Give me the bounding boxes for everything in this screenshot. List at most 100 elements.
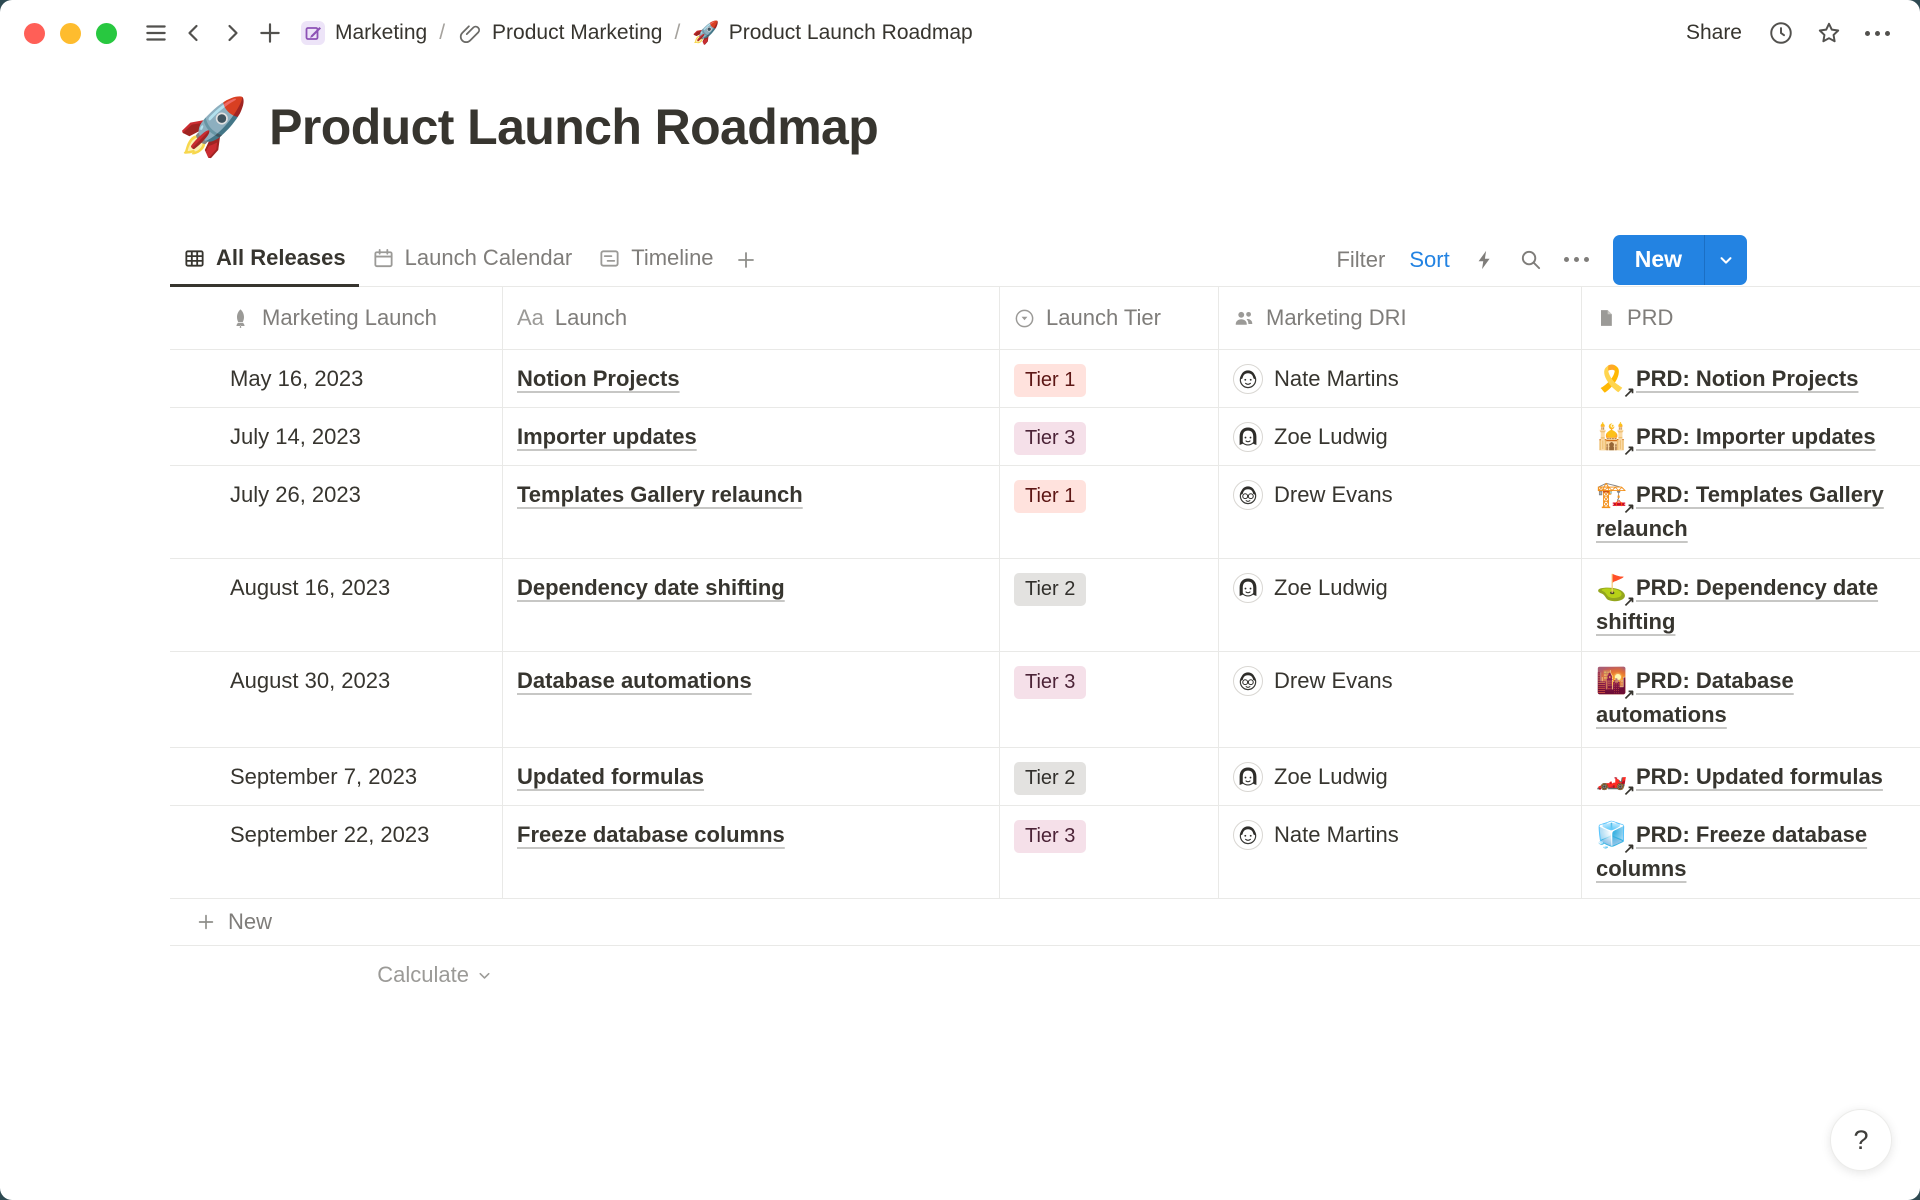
new-row-button[interactable]: New [170, 899, 1920, 946]
search-icon[interactable] [1511, 240, 1551, 280]
table-row: August 30, 2023 Database automations Tie… [170, 652, 1920, 748]
column-header-marketing-launch[interactable]: Marketing Launch [170, 287, 503, 349]
launch-page-link[interactable]: Notion Projects [517, 366, 680, 391]
column-header-prd[interactable]: PRD [1582, 287, 1920, 349]
marketing-launch-cell[interactable]: May 16, 2023 [170, 350, 503, 407]
add-view-icon[interactable] [727, 241, 765, 279]
dri-name: Drew Evans [1274, 664, 1393, 698]
tab-all-releases[interactable]: All Releases [170, 232, 359, 287]
filter-button[interactable]: Filter [1327, 243, 1394, 277]
nav-back-icon[interactable] [175, 14, 213, 52]
launch-tier-cell[interactable]: Tier 2 [1000, 559, 1219, 651]
prd-cell[interactable]: 🕌↗PRD: Importer updates [1582, 408, 1920, 465]
tier-badge[interactable]: Tier 3 [1014, 666, 1086, 699]
table-view-icon [183, 247, 206, 270]
launch-cell[interactable]: Templates Gallery relaunch [503, 466, 1000, 558]
prd-cell[interactable]: 🏗️↗PRD: Templates Gallery relaunch [1582, 466, 1920, 558]
launch-page-link[interactable]: Importer updates [517, 424, 697, 449]
launch-cell[interactable]: Freeze database columns [503, 806, 1000, 898]
column-header-marketing-dri[interactable]: Marketing DRI [1219, 287, 1582, 349]
text-property-icon: Aa [517, 301, 544, 335]
tier-badge[interactable]: Tier 1 [1014, 480, 1086, 513]
more-options-icon[interactable] [1858, 14, 1896, 52]
launch-cell[interactable]: Notion Projects [503, 350, 1000, 407]
new-dropdown-chevron-icon[interactable] [1705, 235, 1747, 285]
marketing-launch-cell[interactable]: July 14, 2023 [170, 408, 503, 465]
sidebar-menu-icon[interactable] [137, 14, 175, 52]
timeline-view-icon [598, 247, 621, 270]
breadcrumb-item-product-launch-roadmap[interactable]: 🚀 Product Launch Roadmap [687, 18, 977, 48]
marketing-launch-cell[interactable]: August 16, 2023 [170, 559, 503, 651]
prd-cell[interactable]: 🎗️↗PRD: Notion Projects [1582, 350, 1920, 407]
nav-forward-icon[interactable] [213, 14, 251, 52]
launch-tier-cell[interactable]: Tier 1 [1000, 466, 1219, 558]
prd-cell[interactable]: 🌇↗PRD: Database automations [1582, 652, 1920, 747]
launch-cell[interactable]: Importer updates [503, 408, 1000, 465]
marketing-dri-cell[interactable]: Zoe Ludwig [1219, 748, 1582, 805]
launch-tier-cell[interactable]: Tier 3 [1000, 806, 1219, 898]
launch-cell[interactable]: Database automations [503, 652, 1000, 747]
prd-page-emoji: 🌇↗ [1596, 664, 1628, 698]
breadcrumb-item-product-marketing[interactable]: Product Marketing [452, 17, 667, 49]
share-button[interactable]: Share [1676, 16, 1752, 50]
prd-page-link[interactable]: PRD: Dependency date shifting [1596, 575, 1878, 634]
prd-cell[interactable]: 🧊↗PRD: Freeze database columns [1582, 806, 1920, 898]
marketing-dri-cell[interactable]: Nate Martins [1219, 806, 1582, 898]
tier-badge[interactable]: Tier 1 [1014, 364, 1086, 397]
marketing-dri-cell[interactable]: Zoe Ludwig [1219, 559, 1582, 651]
launch-tier-cell[interactable]: Tier 2 [1000, 748, 1219, 805]
launch-page-link[interactable]: Templates Gallery relaunch [517, 482, 803, 507]
prd-page-link[interactable]: PRD: Notion Projects [1636, 366, 1858, 391]
dri-name: Zoe Ludwig [1274, 571, 1388, 605]
tab-launch-calendar[interactable]: Launch Calendar [359, 232, 586, 287]
calculate-button[interactable]: Calculate [170, 946, 503, 1004]
prd-cell[interactable]: 🏎️↗PRD: Updated formulas [1582, 748, 1920, 805]
view-more-icon[interactable] [1557, 240, 1597, 280]
prd-page-link[interactable]: PRD: Templates Gallery relaunch [1596, 482, 1884, 541]
tab-timeline[interactable]: Timeline [585, 232, 726, 287]
updates-clock-icon[interactable] [1762, 14, 1800, 52]
prd-page-link[interactable]: PRD: Importer updates [1636, 424, 1876, 449]
launch-page-link[interactable]: Freeze database columns [517, 822, 785, 847]
help-button[interactable]: ? [1830, 1109, 1892, 1171]
marketing-launch-cell[interactable]: September 7, 2023 [170, 748, 503, 805]
launch-page-link[interactable]: Dependency date shifting [517, 575, 785, 600]
marketing-dri-cell[interactable]: Drew Evans [1219, 652, 1582, 747]
prd-page-link[interactable]: PRD: Freeze database columns [1596, 822, 1867, 881]
marketing-launch-cell[interactable]: July 26, 2023 [170, 466, 503, 558]
minimize-window-button[interactable] [60, 23, 81, 44]
prd-page-link[interactable]: PRD: Updated formulas [1636, 764, 1883, 789]
page-icon-rocket-emoji[interactable]: 🚀 [178, 99, 247, 155]
marketing-dri-cell[interactable]: Nate Martins [1219, 350, 1582, 407]
page-title-text[interactable]: Product Launch Roadmap [269, 98, 878, 156]
avatar [1233, 820, 1263, 850]
database-table: Marketing Launch Aa Launch Launch Tier M… [170, 287, 1920, 1004]
sort-button[interactable]: Sort [1400, 243, 1458, 277]
maximize-window-button[interactable] [96, 23, 117, 44]
launch-tier-cell[interactable]: Tier 1 [1000, 350, 1219, 407]
column-header-launch-tier[interactable]: Launch Tier [1000, 287, 1219, 349]
tier-badge[interactable]: Tier 2 [1014, 762, 1086, 795]
marketing-dri-cell[interactable]: Drew Evans [1219, 466, 1582, 558]
favorite-star-icon[interactable] [1810, 14, 1848, 52]
prd-cell[interactable]: ⛳↗PRD: Dependency date shifting [1582, 559, 1920, 651]
breadcrumb-item-marketing[interactable]: Marketing [295, 17, 432, 49]
launch-tier-cell[interactable]: Tier 3 [1000, 652, 1219, 747]
automations-bolt-icon[interactable] [1465, 240, 1505, 280]
launch-page-link[interactable]: Updated formulas [517, 764, 704, 789]
tier-badge[interactable]: Tier 3 [1014, 422, 1086, 455]
close-window-button[interactable] [24, 23, 45, 44]
launch-page-link[interactable]: Database automations [517, 668, 752, 693]
new-button[interactable]: New [1613, 235, 1704, 285]
launch-tier-cell[interactable]: Tier 3 [1000, 408, 1219, 465]
marketing-dri-cell[interactable]: Zoe Ludwig [1219, 408, 1582, 465]
launch-cell[interactable]: Dependency date shifting [503, 559, 1000, 651]
table-row: July 26, 2023 Templates Gallery relaunch… [170, 466, 1920, 559]
tier-badge[interactable]: Tier 2 [1014, 573, 1086, 606]
marketing-launch-cell[interactable]: August 30, 2023 [170, 652, 503, 747]
tier-badge[interactable]: Tier 3 [1014, 820, 1086, 853]
new-tab-icon[interactable] [251, 14, 289, 52]
marketing-launch-cell[interactable]: September 22, 2023 [170, 806, 503, 898]
launch-cell[interactable]: Updated formulas [503, 748, 1000, 805]
column-header-launch[interactable]: Aa Launch [503, 287, 1000, 349]
